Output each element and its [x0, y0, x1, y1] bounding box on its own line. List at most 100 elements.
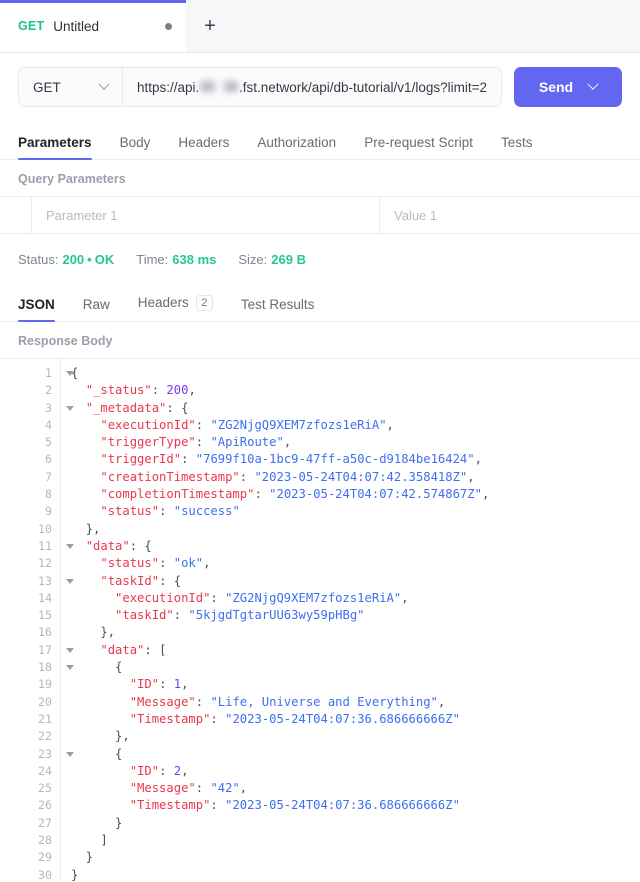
- request-tab-untitled[interactable]: GET Untitled: [0, 0, 186, 52]
- fold-triangle-icon[interactable]: [66, 371, 74, 376]
- status-label: Status:: [18, 252, 58, 267]
- json-token-p: ,: [240, 781, 247, 795]
- fold-triangle-icon[interactable]: [66, 752, 74, 757]
- tab-body[interactable]: Body: [120, 135, 151, 159]
- tab-parameters[interactable]: Parameters: [18, 135, 92, 159]
- json-token-n: 200: [166, 383, 188, 397]
- redacted-subdomain-2: [224, 81, 238, 92]
- code-line: {: [71, 365, 640, 382]
- json-token-k: "triggerType": [100, 435, 195, 449]
- parameter-key-input[interactable]: Parameter 1: [32, 197, 380, 233]
- url-input[interactable]: https://api..fst.network/api/db-tutorial…: [122, 67, 502, 107]
- json-token-k: "ID": [130, 764, 159, 778]
- line-number: 10: [0, 521, 60, 538]
- chevron-down-icon: [98, 79, 109, 90]
- line-number: 5: [0, 434, 60, 451]
- url-suffix: .fst.network/api/db-tutorial/v1/logs?lim…: [239, 80, 487, 95]
- json-token-p: :: [210, 798, 225, 812]
- tab-label: Tests: [501, 135, 533, 150]
- json-token-k: "status": [100, 556, 159, 570]
- tab-authorization[interactable]: Authorization: [257, 135, 336, 159]
- json-token-k: "_metadata": [86, 401, 167, 415]
- json-token-p: },: [100, 625, 115, 639]
- http-method-select[interactable]: GET: [18, 67, 122, 107]
- line-number: 15: [0, 607, 60, 624]
- tab-label: Parameters: [18, 135, 92, 150]
- json-token-p: ,: [181, 677, 188, 691]
- new-tab-button[interactable]: +: [186, 0, 234, 52]
- code-line: "ID": 1,: [71, 676, 640, 693]
- line-number: 30: [0, 867, 60, 882]
- json-token-s: "ZG2NjgQ9XEM7zfozs1eRiA": [210, 418, 386, 432]
- fold-triangle-icon[interactable]: [66, 579, 74, 584]
- json-code-area[interactable]: { "_status": 200, "_metadata": { "execut…: [61, 359, 640, 882]
- tab-label: Pre-request Script: [364, 135, 473, 150]
- code-line: }: [71, 815, 640, 832]
- line-number: 12: [0, 555, 60, 572]
- response-tab-raw[interactable]: Raw: [83, 297, 110, 321]
- line-number: 8: [0, 486, 60, 503]
- line-number: 22: [0, 728, 60, 745]
- parameter-value-input[interactable]: Value 1: [380, 197, 640, 233]
- tab-label: Body: [120, 135, 151, 150]
- query-parameters-table: Parameter 1Value 1: [0, 196, 640, 234]
- code-line: "triggerId": "7699f10a-1bc9-47ff-a50c-d9…: [71, 451, 640, 468]
- json-token-p: ,: [181, 764, 188, 778]
- status-separator: •: [87, 252, 92, 267]
- time-label: Time:: [136, 252, 168, 267]
- code-line: "taskId": "5kjgdTgtarUU63wy59pHBg": [71, 607, 640, 624]
- json-token-p: }: [86, 850, 93, 864]
- line-number: 1: [0, 365, 60, 382]
- size-value: 269 B: [271, 252, 306, 267]
- chevron-down-icon[interactable]: [587, 79, 598, 90]
- json-token-k: "completionTimestamp": [100, 487, 254, 501]
- json-token-n: 1: [174, 677, 181, 691]
- line-number: 6: [0, 451, 60, 468]
- json-token-p: :: [210, 591, 225, 605]
- code-line: "data": [: [71, 642, 640, 659]
- redacted-subdomain-1: [200, 81, 214, 92]
- response-section-tabs: JSON Raw Headers2 Test Results: [0, 283, 640, 322]
- code-line: ]: [71, 832, 640, 849]
- json-token-n: 2: [174, 764, 181, 778]
- send-button-label: Send: [539, 79, 573, 95]
- query-parameters-label: Query Parameters: [0, 160, 640, 196]
- json-token-p: {: [115, 747, 122, 761]
- json-token-p: ,: [401, 591, 408, 605]
- tab-strip-filler: [234, 0, 640, 52]
- response-tab-headers[interactable]: Headers2: [138, 295, 213, 321]
- line-number: 11: [0, 538, 60, 555]
- fold-triangle-icon[interactable]: [66, 648, 74, 653]
- json-token-s: "42": [210, 781, 239, 795]
- line-number: 2: [0, 382, 60, 399]
- json-token-p: :: [254, 487, 269, 501]
- fold-triangle-icon[interactable]: [66, 406, 74, 411]
- response-tab-json[interactable]: JSON: [18, 297, 55, 321]
- unsaved-changes-dot-icon[interactable]: [165, 23, 172, 30]
- line-number: 17: [0, 642, 60, 659]
- fold-triangle-icon[interactable]: [66, 665, 74, 670]
- json-token-k: "data": [86, 539, 130, 553]
- line-number: 29: [0, 849, 60, 866]
- code-line: "Message": "Life, Universe and Everythin…: [71, 694, 640, 711]
- json-token-k: "status": [100, 504, 159, 518]
- line-number: 7: [0, 469, 60, 486]
- status-badge: Status:200•OK: [18, 252, 114, 267]
- response-time: Time:638 ms: [136, 252, 216, 267]
- tab-headers[interactable]: Headers: [178, 135, 229, 159]
- tab-tests[interactable]: Tests: [501, 135, 533, 159]
- fold-triangle-icon[interactable]: [66, 544, 74, 549]
- line-number: 23: [0, 746, 60, 763]
- code-line: }: [71, 849, 640, 866]
- row-checkbox-cell[interactable]: [0, 197, 32, 233]
- code-line: "creationTimestamp": "2023-05-24T04:07:4…: [71, 469, 640, 486]
- response-tab-test-results[interactable]: Test Results: [241, 297, 315, 321]
- response-body-label: Response Body: [0, 322, 640, 358]
- send-button[interactable]: Send: [514, 67, 622, 107]
- tab-pre-request-script[interactable]: Pre-request Script: [364, 135, 473, 159]
- response-body-viewer[interactable]: 1234567891011121314151617181920212223242…: [0, 358, 640, 882]
- tab-label: JSON: [18, 297, 55, 312]
- code-line: "triggerType": "ApiRoute",: [71, 434, 640, 451]
- code-line: },: [71, 728, 640, 745]
- status-code: 200: [62, 252, 84, 267]
